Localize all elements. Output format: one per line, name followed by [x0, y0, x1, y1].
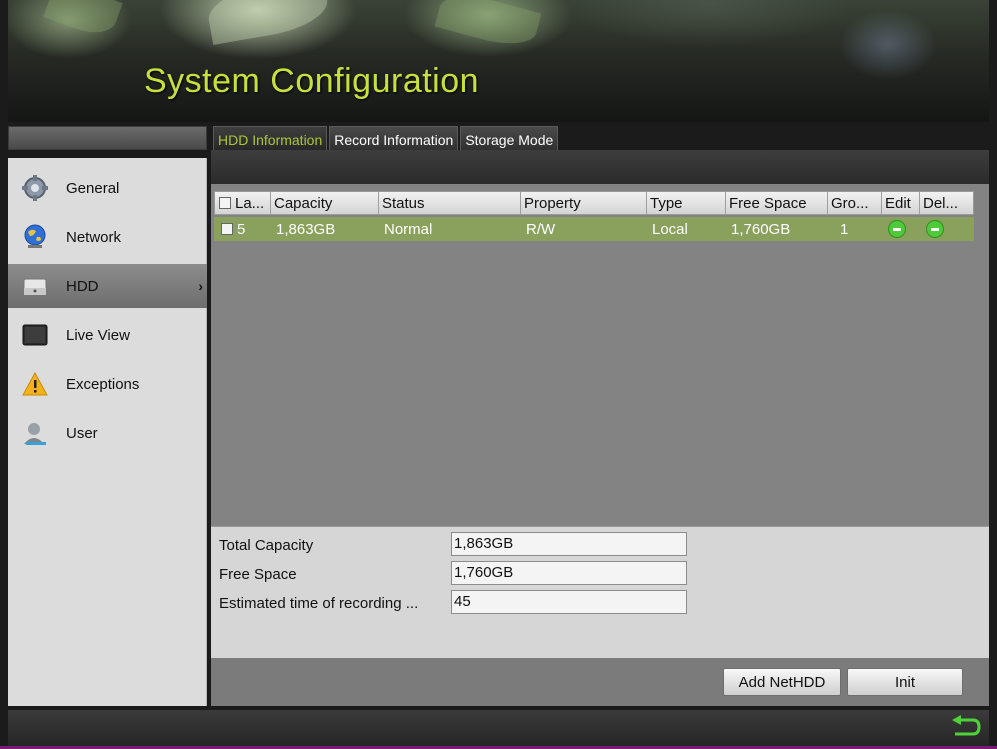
- gear-icon: [22, 175, 48, 201]
- free-space-field: 1,760GB: [451, 561, 687, 585]
- column-header-capacity[interactable]: Capacity: [271, 192, 379, 214]
- column-header-text: La...: [235, 195, 265, 212]
- tab-record-information[interactable]: Record Information: [329, 126, 459, 152]
- user-icon: [24, 423, 46, 445]
- total-capacity-field: 1,863GB: [451, 532, 687, 556]
- sidebar-item-label: HDD: [66, 277, 99, 295]
- action-bar: Add NetHDD Init: [211, 658, 989, 706]
- footer-bar: [8, 710, 989, 746]
- chevron-right-icon: ›: [198, 278, 203, 294]
- sidebar-item-network[interactable]: Network: [8, 215, 207, 259]
- monitor-icon: [22, 324, 48, 346]
- sidebar-item-label: User: [66, 424, 98, 442]
- select-all-checkbox[interactable]: [219, 197, 231, 209]
- header-banner: System Configuration: [8, 0, 989, 122]
- edit-button[interactable]: [888, 220, 906, 238]
- hdd-icon: [23, 278, 47, 296]
- column-header-group[interactable]: Gro...: [828, 192, 882, 214]
- sidebar-header: [8, 126, 207, 150]
- sidebar-item-label: Network: [66, 228, 122, 246]
- back-icon[interactable]: [949, 714, 981, 742]
- sidebar-item-hdd[interactable]: HDD ›: [8, 264, 207, 308]
- cell-property: R/W: [526, 221, 556, 238]
- cell-free-space: 1,760GB: [731, 221, 791, 238]
- cell-label: 5: [237, 221, 246, 238]
- page-title: System Configuration: [144, 62, 480, 100]
- sidebar-item-general[interactable]: General: [8, 166, 207, 210]
- main-panel: La... Capacity Status Property Type Free…: [211, 150, 989, 706]
- banner-decoration: [204, 0, 332, 46]
- cell-type: Local: [652, 221, 688, 238]
- panel-toolbar: [211, 150, 989, 184]
- free-space-label: Free Space: [219, 566, 297, 583]
- row-checkbox[interactable]: [221, 223, 233, 235]
- table-row[interactable]: 5 1,863GB Normal R/W Local 1,760GB 1: [214, 217, 974, 241]
- sidebar-item-label: Live View: [66, 326, 130, 344]
- tab-bar: HDD Information Record Information Stora…: [213, 126, 559, 152]
- sidebar-item-label: Exceptions: [66, 375, 140, 393]
- sidebar-item-user[interactable]: User: [8, 411, 207, 455]
- total-capacity-label: Total Capacity: [219, 537, 314, 554]
- column-header-free-space[interactable]: Free Space: [726, 192, 828, 214]
- sidebar-item-label: General: [66, 179, 120, 197]
- column-header-property[interactable]: Property: [521, 192, 647, 214]
- column-header-delete[interactable]: Del...: [920, 192, 973, 214]
- estimated-time-field: 45: [451, 590, 687, 614]
- sidebar-item-live-view[interactable]: Live View: [8, 313, 207, 357]
- column-header-label[interactable]: La...: [215, 192, 271, 214]
- sidebar: General Network HDD › Live View Exceptio…: [8, 158, 207, 706]
- disk-summary: Total Capacity 1,863GB Free Space 1,760G…: [211, 526, 989, 658]
- warning-icon: [22, 371, 48, 396]
- app-window: System Configuration General Network HDD…: [0, 0, 997, 749]
- cell-status: Normal: [384, 221, 433, 238]
- column-header-edit[interactable]: Edit: [882, 192, 920, 214]
- estimated-time-label: Estimated time of recording ...: [219, 595, 419, 612]
- cell-capacity: 1,863GB: [276, 221, 336, 238]
- sidebar-item-exceptions[interactable]: Exceptions: [8, 362, 207, 406]
- globe-icon: [24, 224, 46, 248]
- table-header: La... Capacity Status Property Type Free…: [214, 191, 974, 215]
- add-nethdd-button[interactable]: Add NetHDD: [723, 668, 841, 696]
- init-button[interactable]: Init: [847, 668, 963, 696]
- column-header-status[interactable]: Status: [379, 192, 521, 214]
- tab-storage-mode[interactable]: Storage Mode: [460, 126, 559, 152]
- cell-group: 1: [840, 221, 849, 238]
- delete-button[interactable]: [926, 220, 944, 238]
- banner-decoration: [434, 0, 542, 53]
- tab-hdd-information[interactable]: HDD Information: [213, 126, 328, 152]
- column-header-type[interactable]: Type: [647, 192, 726, 214]
- banner-decoration: [43, 0, 123, 41]
